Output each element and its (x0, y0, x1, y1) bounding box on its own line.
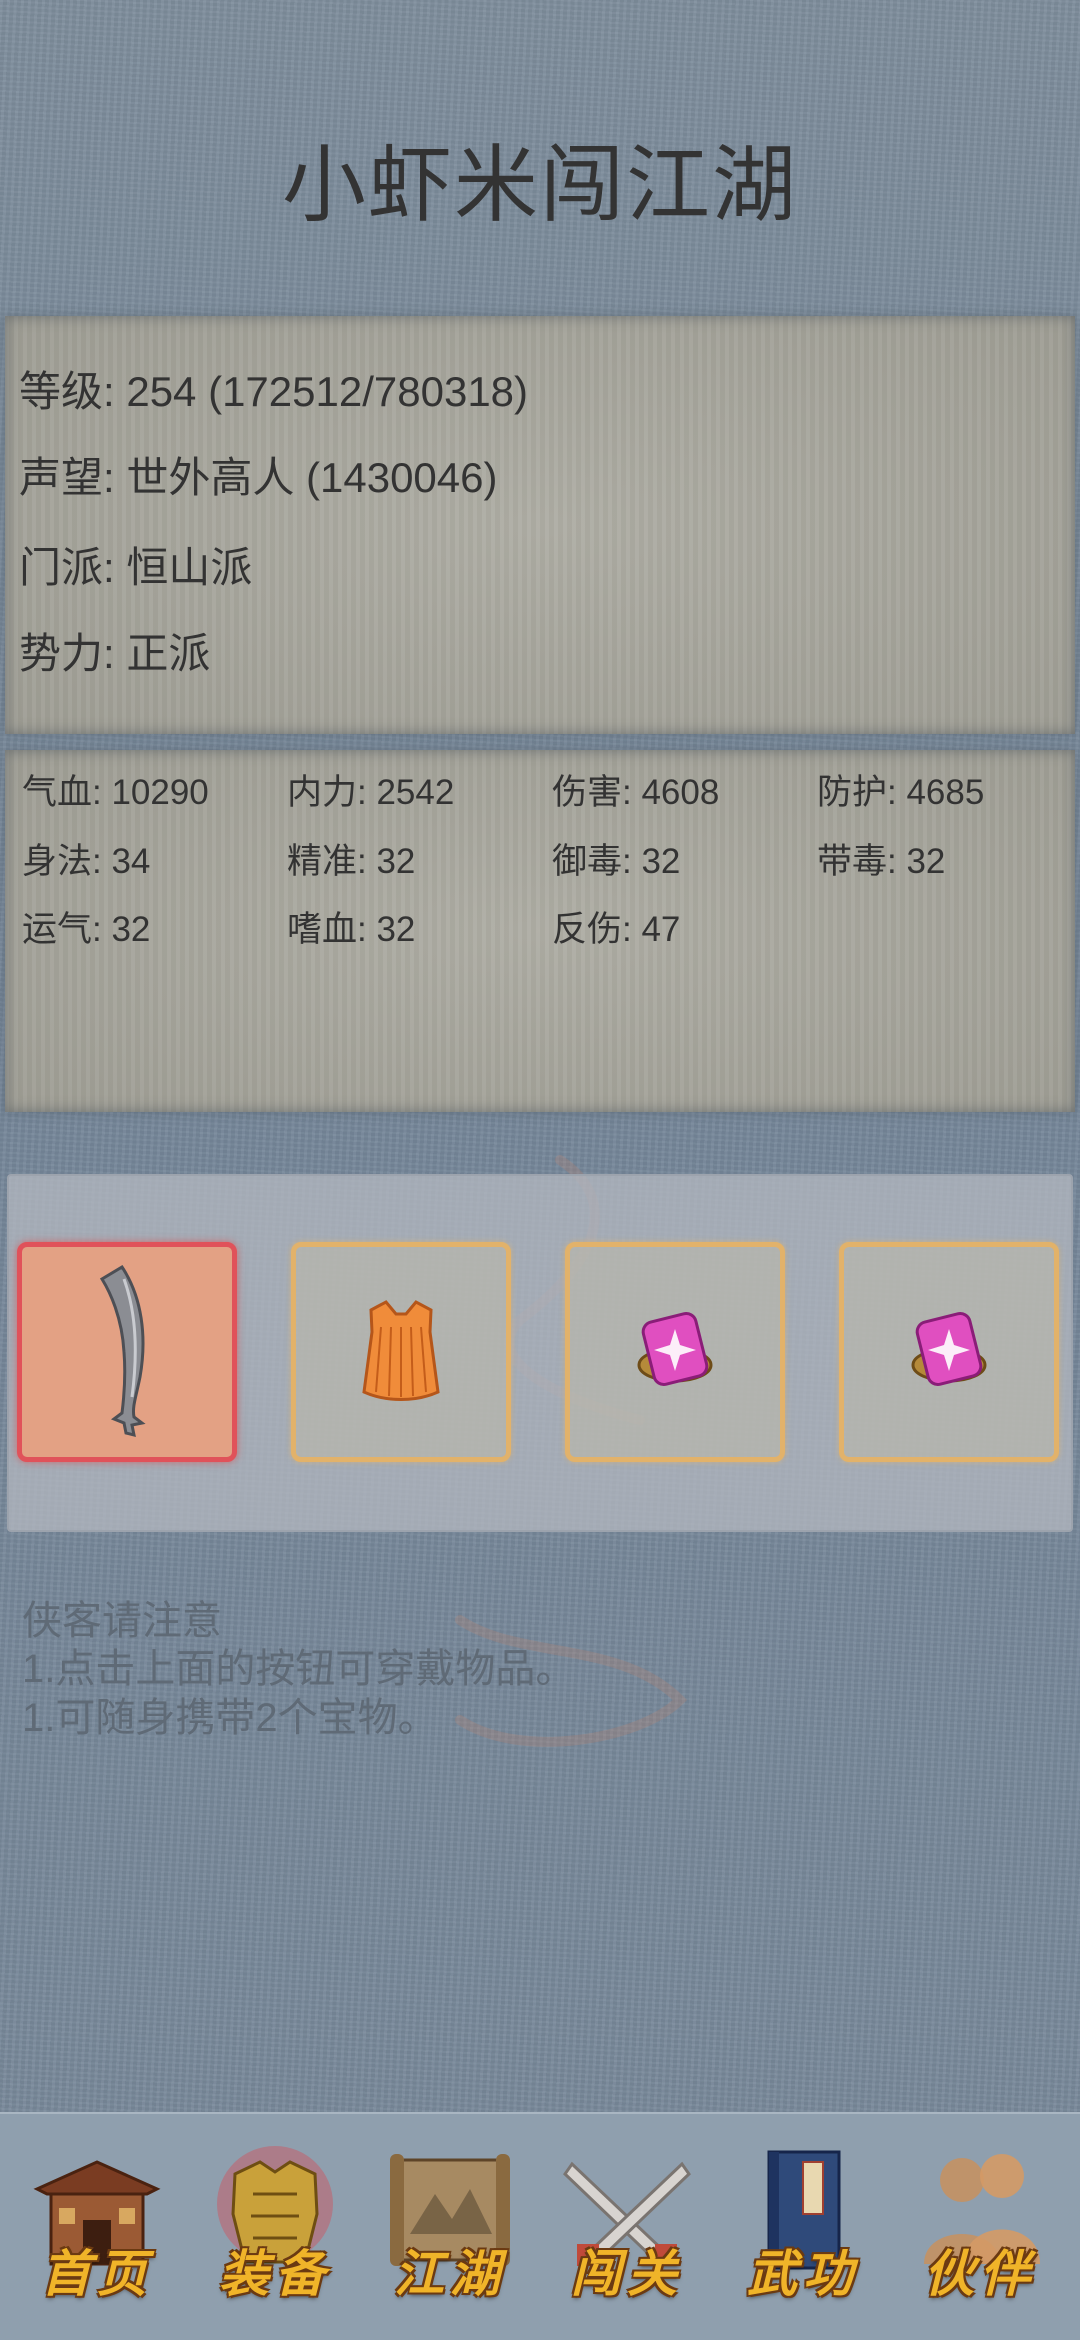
equip-slot-treasure-2[interactable] (839, 1242, 1059, 1462)
stat-internal-power: 内力: 2542 (287, 773, 455, 812)
nav-label-challenge: 闯关 (571, 2244, 683, 2303)
robe-icon (362, 1300, 440, 1401)
bottom-nav: 首页 装备 江湖 闯关 武功 伙伴 (0, 2112, 1080, 2340)
stat-hp: 气血: 10290 (22, 773, 209, 812)
stat-defense: 防护: 4685 (817, 773, 985, 812)
treasure-icon (911, 1312, 987, 1386)
stat-damage: 伤害: 4608 (552, 773, 720, 812)
profile-panel: 等级: 254 (172512/780318) 声望: 世外高人 (143004… (5, 316, 1075, 734)
nav-item-jianghu[interactable]: 江湖 (375, 2144, 525, 2314)
nav-item-home[interactable]: 首页 (22, 2144, 172, 2314)
sect-text: 门派: 恒山派 (19, 544, 253, 591)
nav-item-equipment[interactable]: 装备 (200, 2144, 350, 2314)
stat-bloodlust: 嗜血: 32 (287, 910, 416, 949)
notice-line-2: 1.可随身携带2个宝物。 (22, 1696, 438, 1740)
stat-agility: 身法: 34 (22, 842, 151, 881)
nav-label-jianghu: 江湖 (394, 2244, 506, 2303)
nav-label-martial-arts: 武功 (747, 2244, 859, 2303)
stat-accuracy: 精准: 32 (287, 842, 416, 881)
sword-icon (99, 1264, 146, 1438)
faction-text: 势力: 正派 (19, 630, 211, 677)
stat-poison-resist: 御毒: 32 (552, 842, 681, 881)
level-text: 等级: 254 (172512/780318) (19, 368, 529, 415)
treasure-icon (637, 1312, 713, 1386)
equip-slot-weapon[interactable] (17, 1242, 237, 1462)
equip-slot-treasure-1[interactable] (565, 1242, 785, 1462)
stats-panel: 气血: 10290 内力: 2542 伤害: 4608 防护: 4685 身法:… (5, 750, 1075, 1112)
stat-reflect: 反伤: 47 (552, 910, 681, 949)
nav-label-home: 首页 (41, 2244, 153, 2303)
equip-slot-armor[interactable] (291, 1242, 511, 1462)
game-title: 小虾米闯江湖 (281, 138, 798, 232)
nav-item-companions[interactable]: 伙伴 (905, 2144, 1055, 2314)
reputation-text: 声望: 世外高人 (1430046) (19, 454, 498, 501)
stat-luck: 运气: 32 (22, 910, 151, 949)
equipment-panel (7, 1174, 1073, 1532)
nav-item-challenge[interactable]: 闯关 (552, 2144, 702, 2314)
nav-label-equipment: 装备 (219, 2244, 331, 2303)
stat-poison: 带毒: 32 (817, 842, 946, 881)
nav-item-martial-arts[interactable]: 武功 (728, 2144, 878, 2314)
nav-label-companions: 伙伴 (924, 2244, 1036, 2303)
